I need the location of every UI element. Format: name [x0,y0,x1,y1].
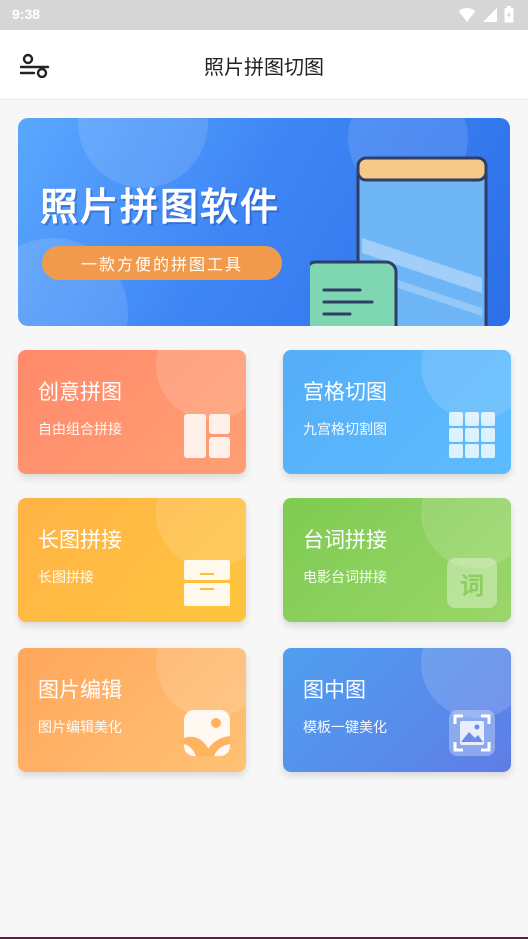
drawer-stack-icon [184,560,230,606]
banner-headline: 照片拼图软件 [40,185,281,229]
status-icons [458,6,514,23]
card-image-edit[interactable]: 图片编辑 图片编辑美化 [18,648,246,772]
promo-banner[interactable]: 照片拼图软件 一款方便的拼图工具 [18,118,510,326]
card-grid-slice[interactable]: 宫格切图 九宫格切割图 [283,350,511,474]
card-subtitle: 长图拼接 [38,570,94,586]
card-title: 图中图 [303,678,366,702]
status-bar: 9:38 [0,0,528,30]
banner-tagline: 一款方便的拼图工具 [42,246,282,280]
card-subtitle: 自由组合拼接 [38,422,122,438]
page-title: 照片拼图切图 [204,55,324,79]
card-subtitle: 九宫格切割图 [303,422,387,438]
card-title: 长图拼接 [38,528,122,552]
card-picture-in-picture[interactable]: 图中图 模板一键美化 [283,648,511,772]
subtitle-word-icon: 词 [447,558,497,608]
card-title: 图片编辑 [38,678,122,702]
status-time: 9:38 [12,6,41,22]
card-title: 创意拼图 [38,380,122,404]
card-subtitle: 图片编辑美化 [38,720,122,736]
phone-illustration-icon [310,156,488,326]
card-subtitle: 模板一键美化 [303,720,387,736]
wifi-icon [458,7,476,22]
card-long-stitch[interactable]: 长图拼接 长图拼接 [18,498,246,622]
card-title: 台词拼接 [303,528,387,552]
card-title: 宫格切图 [303,380,387,404]
card-subtitle: 电影台词拼接 [303,570,387,586]
battery-icon [504,6,514,23]
nine-grid-icon [449,412,495,458]
picture-frame-icon [449,710,495,756]
card-creative-collage[interactable]: 创意拼图 自由组合拼接 [18,350,246,474]
image-edit-icon [184,710,230,756]
collage-grid-icon [184,414,230,458]
card-subtitle-stitch[interactable]: 台词拼接 电影台词拼接 词 [283,498,511,622]
app-bar: 照片拼图切图 [0,30,528,100]
signal-icon [483,7,497,22]
subtitle-word-glyph: 词 [460,571,484,600]
